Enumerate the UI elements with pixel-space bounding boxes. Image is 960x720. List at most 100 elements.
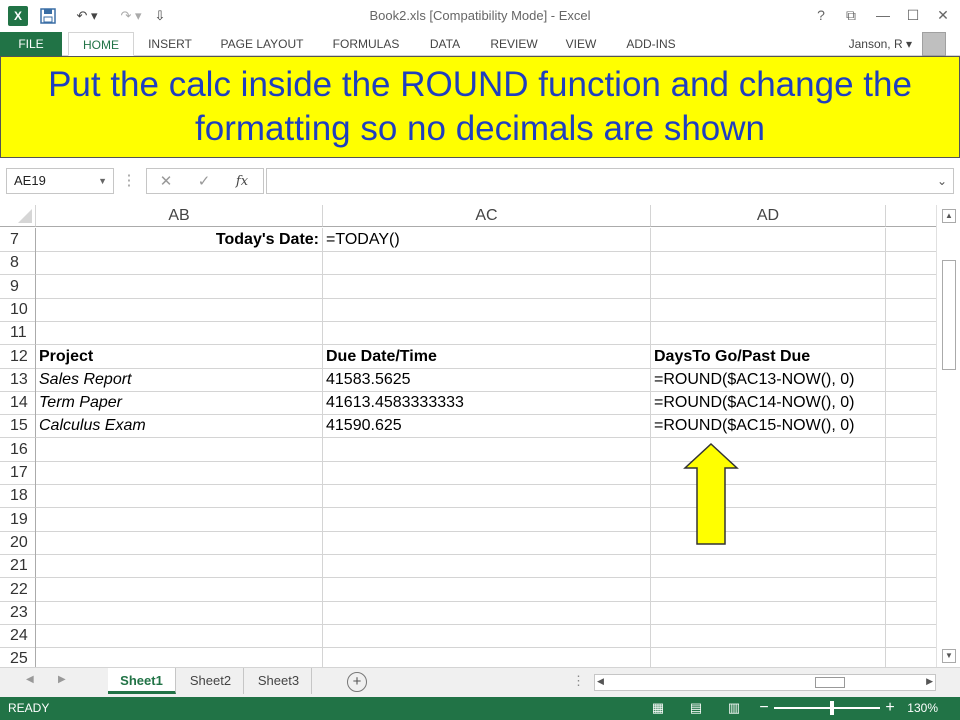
cell-ae[interactable] <box>886 438 936 462</box>
cell-ab[interactable] <box>36 507 323 532</box>
cell-ab[interactable] <box>36 461 323 485</box>
help-icon[interactable]: ? <box>808 4 834 26</box>
cell-ad[interactable] <box>651 577 886 602</box>
cell-ab[interactable]: Calculus Exam <box>36 414 323 439</box>
cell-ae[interactable] <box>886 368 936 392</box>
enter-icon[interactable]: ✓ <box>191 169 217 195</box>
row-header[interactable]: 18 <box>0 484 36 509</box>
cell-ac[interactable]: Due Date/Time <box>323 344 651 369</box>
row-header[interactable]: 16 <box>0 437 36 462</box>
tab-data[interactable]: DATA <box>420 32 470 56</box>
cell-ab[interactable] <box>36 600 323 625</box>
cell-ac[interactable] <box>323 461 651 485</box>
cell-ab[interactable]: Today's Date: <box>36 228 323 252</box>
cell-ad[interactable] <box>651 297 886 322</box>
cell-ad[interactable] <box>651 647 886 667</box>
cell-ac[interactable]: 41613.4583333333 <box>323 391 651 416</box>
cell-ae[interactable] <box>886 461 936 485</box>
cell-ac[interactable]: =TODAY() <box>323 228 651 252</box>
next-sheet-icon[interactable]: ▶ <box>58 674 66 685</box>
column-header-ab[interactable]: AB <box>36 205 323 227</box>
vertical-scrollbar[interactable]: ▲ ▼ <box>936 205 960 667</box>
row-header[interactable]: 17 <box>0 461 36 485</box>
row-header[interactable]: 24 <box>0 624 36 649</box>
zoom-level[interactable]: 130% <box>907 701 938 715</box>
row-header[interactable]: 22 <box>0 577 36 602</box>
cell-ae[interactable] <box>886 601 936 625</box>
sheet-tab-sheet1[interactable]: Sheet1 <box>108 668 176 694</box>
cell-ab[interactable] <box>36 437 323 462</box>
cell-ab[interactable] <box>36 530 323 555</box>
row-header[interactable]: 9 <box>0 274 36 299</box>
cell-ae[interactable] <box>886 414 936 439</box>
horizontal-scroll-thumb[interactable] <box>815 677 845 688</box>
tab-formulas[interactable]: FORMULAS <box>324 32 408 56</box>
add-sheet-icon[interactable]: + <box>347 672 367 692</box>
cell-ab[interactable] <box>36 577 323 602</box>
cell-ae[interactable] <box>886 275 936 299</box>
zoom-out-icon[interactable]: − <box>756 700 772 716</box>
cell-ad[interactable] <box>651 251 886 276</box>
row-header[interactable]: 8 <box>0 251 36 276</box>
tab-home[interactable]: HOME <box>68 32 134 56</box>
sheet-tab-sheet3[interactable]: Sheet3 <box>246 668 312 694</box>
cell-ae[interactable] <box>886 484 936 509</box>
cell-ae[interactable] <box>886 298 936 322</box>
tab-insert[interactable]: INSERT <box>140 32 200 56</box>
page-layout-view-icon[interactable]: ▤ <box>688 700 704 716</box>
tab-file[interactable]: FILE <box>0 32 62 56</box>
cell-ae[interactable] <box>886 554 936 579</box>
cell-ad[interactable] <box>651 624 886 649</box>
scroll-down-icon[interactable]: ▼ <box>942 649 956 663</box>
row-header[interactable]: 14 <box>0 391 36 416</box>
column-header-ac[interactable]: AC <box>323 205 651 227</box>
cell-ac[interactable]: 41590.625 <box>323 414 651 439</box>
cell-ab[interactable] <box>36 251 323 276</box>
cell-ab[interactable]: Term Paper <box>36 391 323 416</box>
expand-formula-icon[interactable]: ⌄ <box>937 169 947 193</box>
page-break-view-icon[interactable]: ▥ <box>726 700 742 716</box>
cell-ae[interactable] <box>886 578 936 602</box>
cell-ad[interactable]: =ROUND($AC14-NOW(), 0) <box>651 391 886 416</box>
tab-add-ins[interactable]: ADD-INS <box>618 32 684 56</box>
zoom-slider[interactable] <box>774 707 880 709</box>
row-header[interactable]: 20 <box>0 530 36 555</box>
cell-ac[interactable] <box>323 554 651 579</box>
name-box[interactable]: AE19 ▼ <box>6 168 114 194</box>
cell-ad[interactable]: =ROUND($AC13-NOW(), 0) <box>651 367 886 392</box>
tab-page-layout[interactable]: PAGE LAYOUT <box>212 32 312 56</box>
scroll-up-icon[interactable]: ▲ <box>942 209 956 223</box>
vertical-scroll-thumb[interactable] <box>942 260 956 370</box>
row-header[interactable]: 23 <box>0 600 36 625</box>
cell-ae[interactable] <box>886 391 936 416</box>
cell-ac[interactable] <box>323 251 651 276</box>
cell-ac[interactable] <box>323 530 651 555</box>
cell-ac[interactable] <box>323 624 651 649</box>
cell-ac[interactable] <box>323 577 651 602</box>
cell-ad[interactable]: =ROUND($AC15-NOW(), 0) <box>651 414 886 439</box>
cell-ae[interactable] <box>886 624 936 649</box>
insert-function-icon[interactable]: fx <box>229 169 255 195</box>
close-icon[interactable]: ✕ <box>930 4 956 26</box>
tab-view[interactable]: VIEW <box>558 32 604 56</box>
select-all-corner[interactable] <box>0 205 36 227</box>
cell-ab[interactable] <box>36 647 323 667</box>
cell-ae[interactable] <box>886 508 936 532</box>
row-header[interactable]: 11 <box>0 321 36 346</box>
column-header-next[interactable] <box>886 205 936 227</box>
minimize-icon[interactable]: — <box>870 4 896 26</box>
cell-ac[interactable] <box>323 274 651 299</box>
scroll-left-icon[interactable]: ◀ <box>597 676 604 687</box>
cell-ac[interactable]: 41583.5625 <box>323 367 651 392</box>
cell-ac[interactable] <box>323 600 651 625</box>
cell-ae[interactable] <box>886 531 936 555</box>
cell-ac[interactable] <box>323 297 651 322</box>
row-header[interactable]: 10 <box>0 297 36 322</box>
row-header[interactable]: 25 <box>0 647 36 667</box>
cell-ab[interactable] <box>36 484 323 509</box>
tab-review[interactable]: REVIEW <box>484 32 544 56</box>
ribbon-display-icon[interactable]: ⧉ <box>838 4 864 26</box>
worksheet-grid[interactable]: AB AC AD 7 Today's Date: =TODAY() 8 9 10 11 12 P… <box>0 205 936 667</box>
cell-ad[interactable] <box>651 554 886 579</box>
cell-ae[interactable] <box>886 647 936 667</box>
